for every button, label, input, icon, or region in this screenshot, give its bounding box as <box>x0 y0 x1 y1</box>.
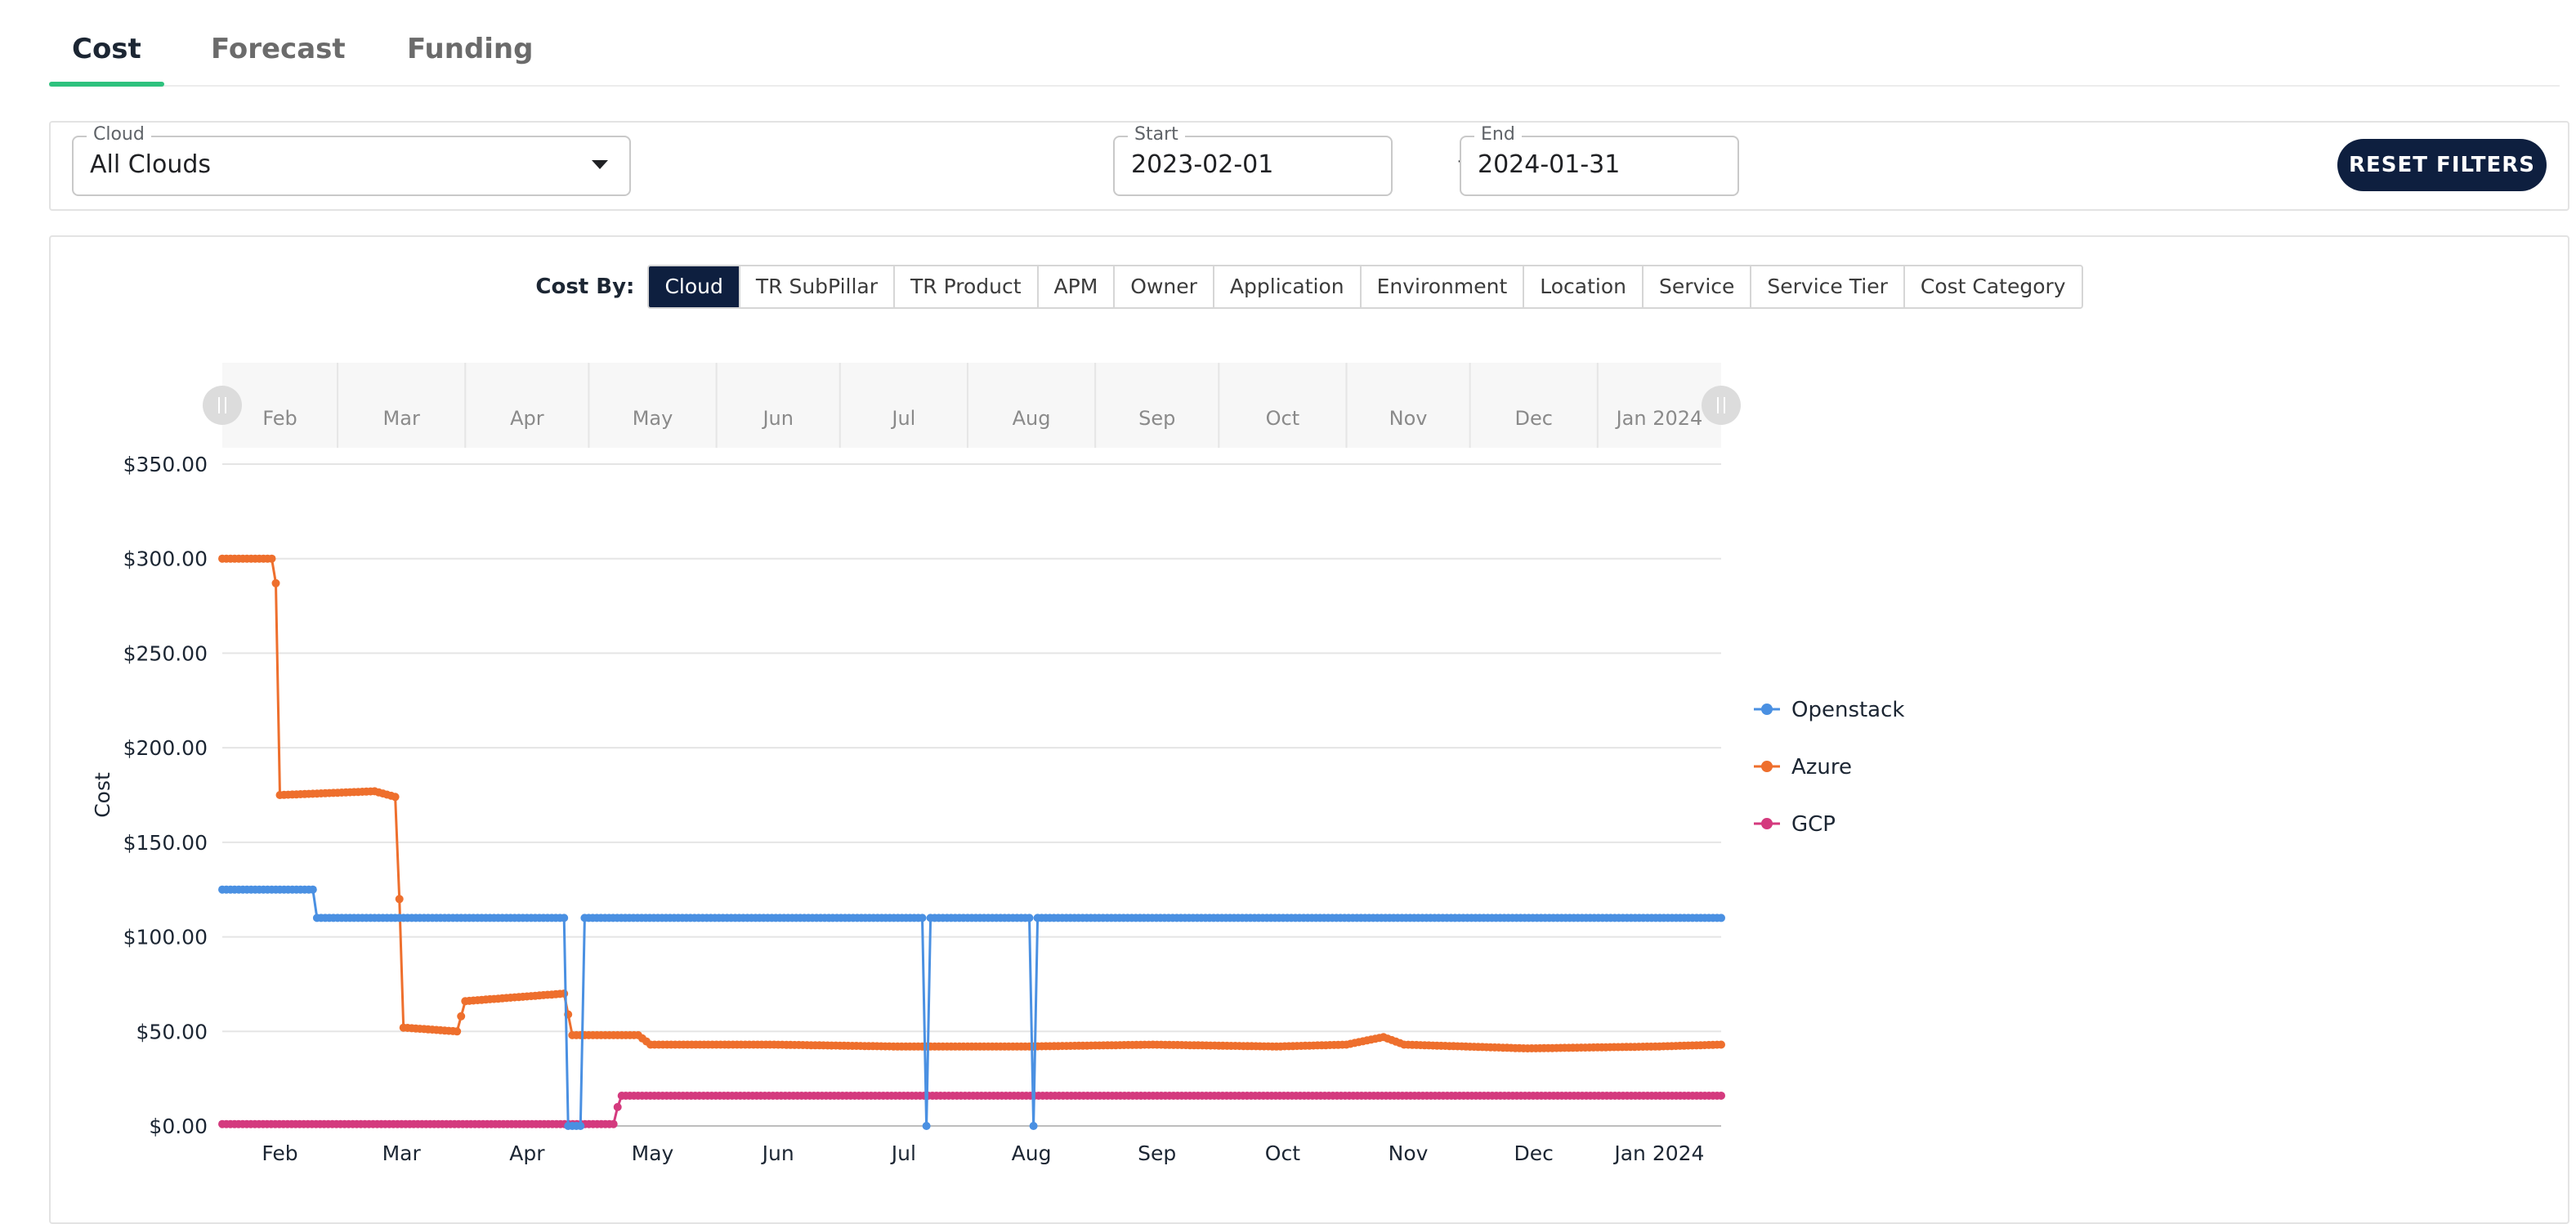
data-point-openstack <box>576 1122 585 1130</box>
series-line-openstack <box>222 888 1721 1128</box>
navigator-tick-label: Feb <box>262 407 297 430</box>
reset-filters-button[interactable]: RESET FILTERS <box>2337 139 2547 191</box>
legend-item-azure[interactable]: Azure <box>1754 755 1852 780</box>
navigator-tick-label: Dec <box>1515 407 1553 430</box>
navigator-tick-label: Mar <box>383 407 420 430</box>
data-point-openstack <box>308 885 317 894</box>
data-point-gcp <box>609 1119 618 1128</box>
end-date-field[interactable]: End 2024-01-31 <box>1460 124 1739 196</box>
y-tick-label: $100.00 <box>123 926 208 949</box>
data-point-openstack <box>1029 1122 1038 1130</box>
data-point-openstack <box>918 914 927 922</box>
x-tick-label: Feb <box>262 1141 297 1165</box>
navigator-handle[interactable] <box>203 386 242 425</box>
y-tick-label: $50.00 <box>136 1020 208 1043</box>
navigator-handle[interactable] <box>1702 386 1741 425</box>
data-point-azure <box>267 554 276 563</box>
cloud-select-value: All Clouds <box>90 150 212 179</box>
y-tick-label: $300.00 <box>123 547 208 571</box>
data-point-gcp <box>613 1102 622 1111</box>
legend-swatch-marker <box>1761 704 1773 715</box>
legend-item-gcp[interactable]: GCP <box>1754 812 1836 837</box>
series-line-gcp <box>222 1094 1721 1126</box>
legend-label: Openstack <box>1791 698 1904 722</box>
data-point-openstack <box>560 914 569 922</box>
y-axis-label: Cost <box>91 772 114 818</box>
y-tick-label: $350.00 <box>123 453 208 476</box>
range-navigator-background <box>222 363 1721 448</box>
x-tick-label: Aug <box>1012 1141 1052 1165</box>
x-tick-label: Apr <box>509 1141 545 1165</box>
navigator-tick-label: May <box>633 407 673 430</box>
navigator-handle-knob <box>1702 386 1741 425</box>
tab-bar: Cost Forecast Funding <box>49 0 2560 87</box>
x-tick-label: Jun <box>761 1141 794 1165</box>
x-tick-label: May <box>632 1141 674 1165</box>
y-tick-label: $250.00 <box>123 641 208 665</box>
y-tick-label: $150.00 <box>123 831 208 855</box>
x-tick-label: Jan 2024 <box>1612 1141 1704 1165</box>
x-tick-label: Nov <box>1389 1141 1429 1165</box>
data-point-azure <box>1717 1040 1725 1049</box>
legend-swatch-marker <box>1761 818 1773 829</box>
start-date-label: Start <box>1128 124 1185 145</box>
tab-funding[interactable]: Funding <box>384 29 556 83</box>
start-date-field[interactable]: Start 2023-02-01 <box>1113 124 1393 196</box>
tab-cost[interactable]: Cost <box>49 29 164 87</box>
navigator-tick-label: Apr <box>510 407 544 430</box>
data-point-gcp <box>1717 1091 1725 1100</box>
legend-label: GCP <box>1791 812 1836 837</box>
data-point-azure <box>271 578 280 587</box>
legend-label: Azure <box>1791 755 1852 780</box>
data-point-azure <box>453 1027 462 1036</box>
chevron-down-icon <box>592 160 608 169</box>
navigator-tick-label: Oct <box>1266 407 1300 430</box>
x-tick-label: Sep <box>1138 1141 1176 1165</box>
data-point-openstack <box>922 1122 931 1130</box>
cost-line-chart: Feb Mar Apr May Jun Jul Aug Sep Oct Nov Dec Jan 202… <box>91 363 1904 1165</box>
x-tick-label: Jul <box>890 1141 916 1165</box>
navigator-handle-knob <box>203 386 242 425</box>
end-date-label: End <box>1474 124 1522 145</box>
start-date-value: 2023-02-01 <box>1131 150 1274 179</box>
data-point-openstack <box>1717 914 1725 922</box>
navigator-tick-label: Nov <box>1389 407 1428 430</box>
data-point-openstack <box>1025 914 1034 922</box>
data-point-azure <box>395 895 404 904</box>
y-tick-label: $0.00 <box>149 1115 208 1138</box>
data-point-azure <box>391 793 400 802</box>
series-line-azure <box>222 557 1722 1050</box>
data-point-azure <box>457 1012 466 1021</box>
filter-bar: Cloud All Clouds Start 2023-02-01 to End… <box>49 121 2569 211</box>
data-point-azure <box>560 989 569 998</box>
x-tick-label: Dec <box>1514 1141 1554 1165</box>
cloud-select-label: Cloud <box>87 124 151 145</box>
navigator-tick-label: Sep <box>1138 407 1175 430</box>
navigator-tick-label: Aug <box>1013 407 1051 430</box>
navigator-tick-label: Jul <box>890 407 915 430</box>
cost-chart-panel: Cost By: Cloud TR SubPillar TR Product APM O… <box>49 235 2569 1224</box>
navigator-tick-label: Jun <box>761 407 794 430</box>
tab-forecast[interactable]: Forecast <box>188 29 369 83</box>
x-tick-label: Oct <box>1265 1141 1300 1165</box>
legend-swatch-marker <box>1761 761 1773 772</box>
x-tick-label: Mar <box>382 1141 422 1165</box>
cloud-select[interactable]: Cloud All Clouds <box>72 124 631 196</box>
y-tick-label: $200.00 <box>123 736 208 760</box>
navigator-tick-label: Jan 2024 <box>1615 407 1703 430</box>
legend-item-openstack[interactable]: Openstack <box>1754 698 1904 722</box>
end-date-value: 2024-01-31 <box>1478 150 1621 179</box>
